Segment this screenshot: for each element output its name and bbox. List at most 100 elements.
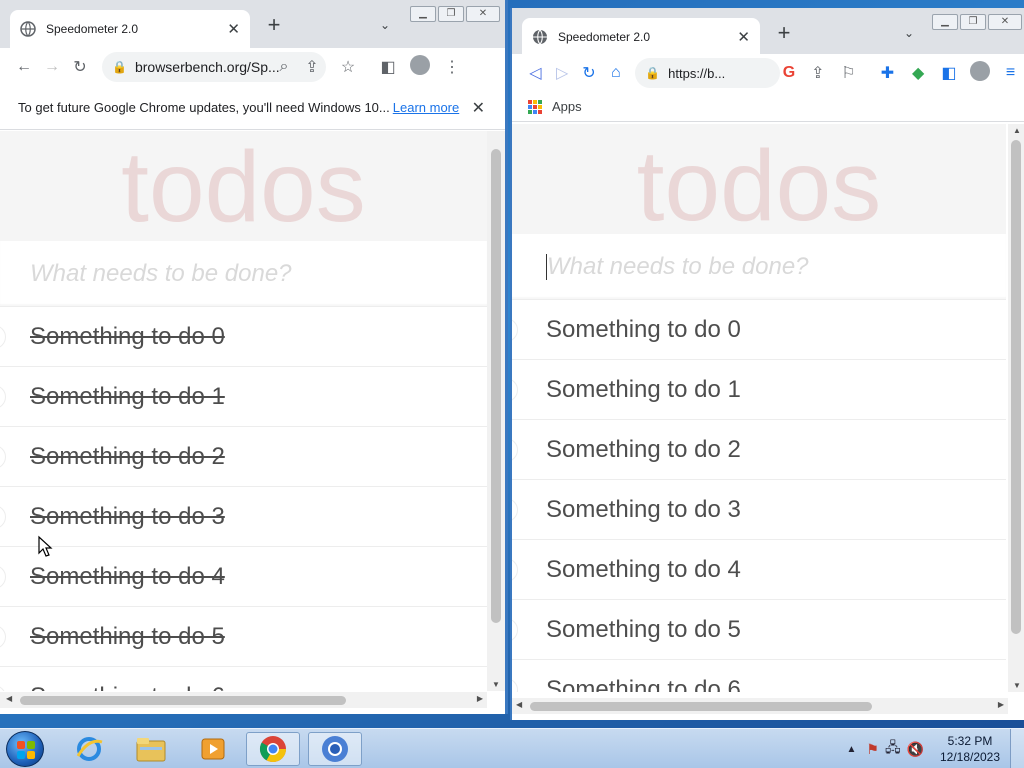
menu-icon[interactable]: ≡ [997,64,1024,82]
tab-speedometer[interactable]: Speedometer 2.0 ✕ [522,18,760,56]
new-tab-button[interactable]: + [772,22,796,44]
back-icon[interactable]: ← [10,58,38,76]
search-icon[interactable]: ⌕ [270,58,298,76]
todo-toggle-checkbox[interactable] [512,617,518,642]
internet-explorer-icon[interactable] [62,732,116,766]
scroll-right-arrow-icon[interactable]: ▶ [477,694,483,703]
tab-search-chevron-icon[interactable]: ⌄ [380,18,390,32]
network-icon[interactable]: 🖧 [885,737,901,761]
share-icon[interactable]: ⇪ [298,57,326,77]
new-todo-input[interactable]: What needs to be done? [512,234,1006,300]
side-panel-icon[interactable]: ◧ [374,57,402,77]
address-bar[interactable]: 🔒 https://b... [635,58,780,88]
file-explorer-icon[interactable] [124,732,178,766]
todo-item[interactable]: Something to do 0 [0,307,487,367]
bookmark-icon[interactable]: ⚐ [835,63,862,83]
page-content: todos What needs to be done? Something t… [512,124,1006,692]
scroll-down-arrow-icon[interactable]: ▼ [1008,681,1024,690]
restore-button[interactable]: ❐ [438,6,464,22]
home-icon[interactable]: ⌂ [602,64,629,82]
close-infobar-icon[interactable]: ✕ [472,98,485,118]
minimize-button[interactable]: ▁ [410,6,436,22]
system-clock[interactable]: 5:32 PM 12/18/2023 [930,733,1010,765]
profile-button[interactable] [966,60,993,86]
start-button[interactable] [6,731,44,767]
apps-bookmark[interactable]: Apps [552,99,582,114]
todo-item[interactable]: Something to do 3 [0,487,487,547]
todo-toggle-checkbox[interactable] [512,437,518,462]
new-todo-input[interactable]: What needs to be done? [0,241,487,307]
share-icon[interactable]: ⇪ [804,63,831,83]
todo-toggle-checkbox[interactable] [0,684,6,691]
forward-icon[interactable]: ▷ [549,63,576,83]
tab-speedometer[interactable]: Speedometer 2.0 ✕ [10,10,250,48]
todo-item[interactable]: Something to do 6 [512,660,1006,692]
google-icon[interactable]: G [776,64,803,82]
chrome-canary-icon[interactable] [308,732,362,766]
horizontal-scrollbar[interactable]: ◀ ▶ [512,698,1008,714]
back-icon[interactable]: ◁ [522,63,549,83]
horizontal-scrollbar[interactable]: ◀ ▶ [0,692,487,708]
scroll-left-arrow-icon[interactable]: ◀ [6,694,12,703]
show-desktop-button[interactable] [1010,729,1024,768]
learn-more-link[interactable]: Learn more [393,100,459,115]
todo-item[interactable]: Something to do 0 [512,300,1006,360]
windows-logo-icon [17,741,35,759]
scroll-left-arrow-icon[interactable]: ◀ [516,700,522,709]
h-scrollbar-thumb[interactable] [20,696,346,705]
todo-toggle-checkbox[interactable] [0,444,6,469]
todo-toggle-checkbox[interactable] [512,317,518,342]
todo-item[interactable]: Something to do 2 [512,420,1006,480]
vertical-scrollbar[interactable]: ▲ ▼ [1008,124,1024,692]
profile-button[interactable] [406,54,434,80]
scroll-down-arrow-icon[interactable]: ▼ [487,680,505,689]
forward-icon[interactable]: → [38,58,66,76]
todo-toggle-checkbox[interactable] [0,504,6,529]
extension-icon[interactable]: ◆ [905,63,932,83]
todo-item[interactable]: Something to do 5 [512,600,1006,660]
chrome-icon[interactable] [246,732,300,766]
media-player-icon[interactable] [186,732,240,766]
close-window-button[interactable]: ✕ [988,14,1022,30]
reload-icon[interactable]: ↻ [576,63,603,83]
vertical-scrollbar[interactable]: ▼ [487,131,505,691]
minimize-button[interactable]: ▁ [932,14,958,30]
todo-item[interactable]: Something to do 4 [0,547,487,607]
todo-toggle-checkbox[interactable] [512,557,518,582]
scrollbar-thumb[interactable] [1011,140,1021,634]
close-window-button[interactable]: ✕ [466,6,500,22]
tab-search-chevron-icon[interactable]: ⌄ [904,26,914,40]
extensions-puzzle-icon[interactable]: ✚ [874,63,901,83]
todo-toggle-checkbox[interactable] [0,384,6,409]
h-scrollbar-thumb[interactable] [530,702,872,711]
side-panel-icon[interactable]: ◧ [936,63,963,83]
todo-item[interactable]: Something to do 6 [0,667,487,691]
bookmark-star-icon[interactable]: ☆ [334,57,362,77]
scroll-up-arrow-icon[interactable]: ▲ [1008,126,1024,135]
todo-toggle-checkbox[interactable] [0,564,6,589]
menu-dots-icon[interactable]: ⋮ [438,57,466,77]
todo-item[interactable]: Something to do 1 [512,360,1006,420]
todo-item[interactable]: Something to do 2 [0,427,487,487]
todo-toggle-checkbox[interactable] [512,497,518,522]
todo-toggle-checkbox[interactable] [512,677,518,692]
system-tray: ▲ ⚑ 🖧 🔇 5:32 PM 12/18/2023 [846,729,1024,768]
todo-item[interactable]: Something to do 3 [512,480,1006,540]
action-center-flag-icon[interactable]: ⚑ [866,741,879,758]
todo-toggle-checkbox[interactable] [0,324,6,349]
todo-item[interactable]: Something to do 4 [512,540,1006,600]
todo-toggle-checkbox[interactable] [0,624,6,649]
new-tab-button[interactable]: + [262,14,286,36]
volume-muted-icon[interactable]: 🔇 [907,741,924,758]
reload-icon[interactable]: ↻ [66,57,94,77]
restore-button[interactable]: ❐ [960,14,986,30]
scrollbar-thumb[interactable] [491,149,501,623]
close-tab-icon[interactable]: ✕ [737,28,750,46]
show-hidden-icons-icon[interactable]: ▲ [846,744,856,755]
close-tab-icon[interactable]: ✕ [227,20,240,38]
todo-item[interactable]: Something to do 5 [0,607,487,667]
scroll-right-arrow-icon[interactable]: ▶ [998,700,1004,709]
todo-toggle-checkbox[interactable] [512,377,518,402]
todos-brand: todos [636,130,882,242]
todo-item[interactable]: Something to do 1 [0,367,487,427]
